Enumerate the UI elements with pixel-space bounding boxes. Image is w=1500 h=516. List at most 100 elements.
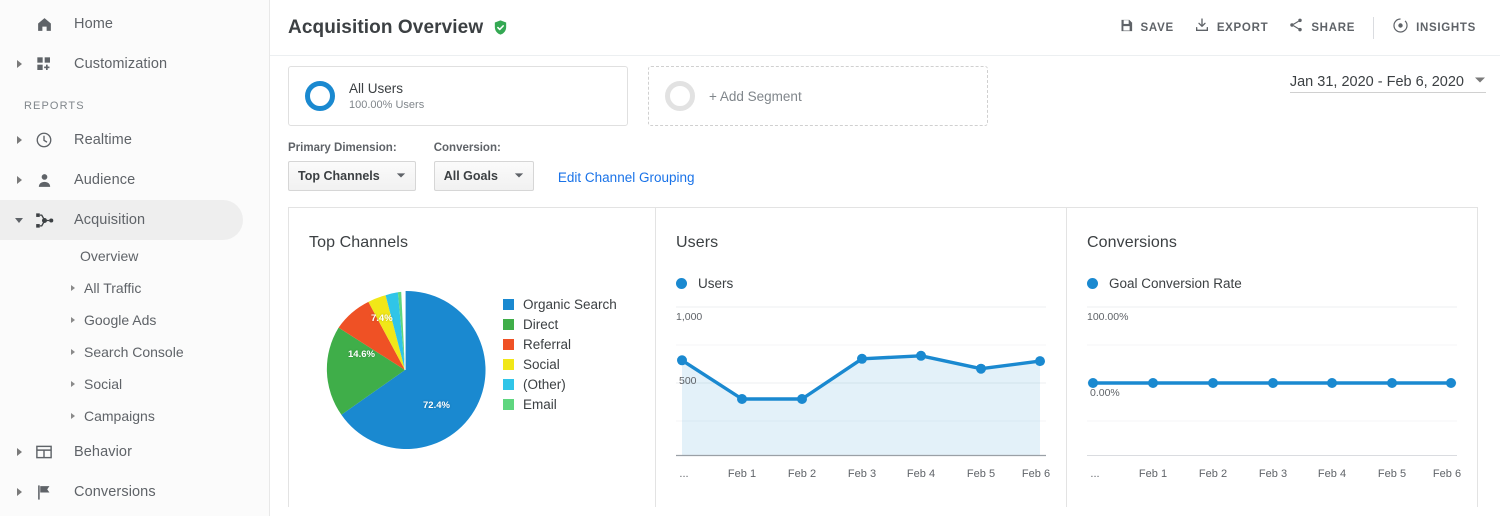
sidebar-section-reports: REPORTS bbox=[0, 84, 269, 120]
primary-dimension-select[interactable]: Top Channels bbox=[288, 161, 416, 191]
add-segment-button[interactable]: + Add Segment bbox=[648, 66, 988, 126]
chevron-down-icon bbox=[396, 169, 406, 183]
legend-label: Direct bbox=[523, 317, 558, 332]
legend-label: Email bbox=[523, 397, 557, 412]
legend-label: (Other) bbox=[523, 377, 566, 392]
conversion-group: Conversion: All Goals bbox=[434, 142, 534, 191]
sidebar-item-behavior[interactable]: Behavior bbox=[0, 432, 269, 472]
chevron-down-icon bbox=[1474, 74, 1486, 90]
pie-chart[interactable]: 72.4% 14.6% 7.4% bbox=[323, 288, 487, 452]
analytics-app: Home Customization REPORTS Realtime bbox=[0, 0, 1500, 516]
sidebar-item-realtime[interactable]: Realtime bbox=[0, 120, 269, 160]
expand-caret-icon[interactable] bbox=[66, 349, 80, 355]
expand-arrow-icon[interactable] bbox=[8, 60, 30, 68]
panel-users: Users Users bbox=[655, 208, 1066, 507]
expand-caret-icon[interactable] bbox=[66, 413, 80, 419]
insights-button[interactable]: INSIGHTS bbox=[1382, 11, 1486, 45]
top-bar: Acquisition Overview SAVE bbox=[270, 0, 1500, 56]
sidebar-item-conversions[interactable]: Conversions bbox=[0, 472, 269, 512]
primary-dimension-label: Primary Dimension: bbox=[288, 142, 416, 154]
conversions-ytick-0: 0.00% bbox=[1090, 387, 1120, 399]
legend-item[interactable]: (Other) bbox=[503, 374, 617, 394]
users-ytick-1000: 1,000 bbox=[676, 311, 702, 323]
expand-arrow-icon[interactable] bbox=[8, 176, 30, 184]
toolbar-divider bbox=[1373, 17, 1374, 39]
legend-label: Social bbox=[523, 357, 560, 372]
sidebar-label-acquisition: Acquisition bbox=[74, 212, 145, 228]
export-button[interactable]: EXPORT bbox=[1184, 11, 1279, 45]
share-icon bbox=[1288, 17, 1304, 38]
main-content: Acquisition Overview SAVE bbox=[270, 0, 1500, 516]
export-icon bbox=[1194, 17, 1210, 38]
sidebar-item-home[interactable]: Home bbox=[0, 4, 269, 44]
sidebar-item-search-console[interactable]: Search Console bbox=[0, 336, 269, 368]
sidebar-label-campaigns: Campaigns bbox=[84, 408, 155, 424]
pie-chart-area: 72.4% 14.6% 7.4% Organic Search Direct bbox=[309, 266, 635, 452]
legend-swatch-direct bbox=[503, 319, 514, 330]
conversions-legend[interactable]: Goal Conversion Rate bbox=[1087, 276, 1457, 291]
page-title: Acquisition Overview bbox=[288, 17, 483, 39]
users-xtick: Feb 1 bbox=[728, 468, 756, 480]
sidebar-item-audience[interactable]: Audience bbox=[0, 160, 269, 200]
conversions-plot[interactable]: 100.00% 0.00% bbox=[1087, 305, 1457, 465]
primary-dimension-group: Primary Dimension: Top Channels bbox=[288, 142, 416, 191]
save-button[interactable]: SAVE bbox=[1109, 11, 1184, 45]
expand-caret-icon[interactable] bbox=[66, 317, 80, 323]
users-xtick: ... bbox=[679, 468, 688, 480]
sidebar-item-social[interactable]: Social bbox=[0, 368, 269, 400]
legend-dot-users bbox=[676, 278, 687, 289]
sidebar-label-behavior: Behavior bbox=[74, 444, 132, 460]
share-button[interactable]: SHARE bbox=[1278, 11, 1365, 45]
panel-title-users: Users bbox=[676, 234, 1046, 252]
conversions-xtick: ... bbox=[1090, 468, 1099, 480]
legend-item[interactable]: Social bbox=[503, 354, 617, 374]
pie-legend: Organic Search Direct Referral Soci bbox=[503, 294, 617, 452]
conversion-label: Conversion: bbox=[434, 142, 534, 154]
edit-channel-grouping-link[interactable]: Edit Channel Grouping bbox=[558, 170, 695, 185]
panel-top-channels: Top Channels bbox=[289, 208, 655, 507]
save-label: SAVE bbox=[1141, 22, 1174, 34]
conversion-select[interactable]: All Goals bbox=[434, 161, 534, 191]
sidebar-item-acquisition[interactable]: Acquisition bbox=[0, 200, 243, 240]
expand-arrow-icon[interactable] bbox=[8, 488, 30, 496]
segment-subtitle: 100.00% Users bbox=[349, 99, 424, 111]
users-plot[interactable]: 1,000 500 bbox=[676, 305, 1046, 465]
sidebar-item-all-traffic[interactable]: All Traffic bbox=[0, 272, 269, 304]
behavior-icon bbox=[30, 443, 58, 461]
sidebar-item-overview[interactable]: Overview bbox=[0, 240, 269, 272]
panel-title-top-channels: Top Channels bbox=[309, 234, 635, 252]
conversion-value: All Goals bbox=[444, 169, 498, 183]
users-legend[interactable]: Users bbox=[676, 276, 1046, 291]
segment-bar: All Users 100.00% Users + Add Segment Ja… bbox=[270, 56, 1500, 126]
legend-swatch-referral bbox=[503, 339, 514, 350]
segment-all-users[interactable]: All Users 100.00% Users bbox=[288, 66, 628, 126]
primary-dimension-value: Top Channels bbox=[298, 169, 380, 183]
conversions-xaxis: ... Feb 1 Feb 2 Feb 3 Feb 4 Feb 5 Feb 6 bbox=[1087, 468, 1457, 484]
person-icon bbox=[30, 172, 58, 189]
sidebar-item-google-ads[interactable]: Google Ads bbox=[0, 304, 269, 336]
date-range-picker[interactable]: Jan 31, 2020 - Feb 6, 2020 bbox=[1290, 66, 1486, 93]
expand-caret-icon[interactable] bbox=[66, 381, 80, 387]
legend-label: Referral bbox=[523, 337, 571, 352]
pie-label-organic: 72.4% bbox=[423, 400, 450, 411]
legend-item[interactable]: Direct bbox=[503, 314, 617, 334]
expand-arrow-icon[interactable] bbox=[8, 448, 30, 456]
conversions-xtick: Feb 2 bbox=[1199, 468, 1227, 480]
legend-label: Organic Search bbox=[523, 297, 617, 312]
expand-arrow-icon[interactable] bbox=[8, 136, 30, 144]
sidebar-item-campaigns[interactable]: Campaigns bbox=[0, 400, 269, 432]
legend-item[interactable]: Referral bbox=[503, 334, 617, 354]
expand-caret-icon[interactable] bbox=[66, 285, 80, 291]
topbar-actions: SAVE EXPORT bbox=[1109, 11, 1486, 45]
conversions-xtick: Feb 1 bbox=[1139, 468, 1167, 480]
sidebar: Home Customization REPORTS Realtime bbox=[0, 0, 270, 516]
legend-item[interactable]: Organic Search bbox=[503, 294, 617, 314]
legend-label-goal-conversion-rate: Goal Conversion Rate bbox=[1109, 276, 1242, 291]
sidebar-item-customization[interactable]: Customization bbox=[0, 44, 269, 84]
panel-conversions: Conversions Goal Conversion Rate bbox=[1066, 208, 1477, 507]
collapse-arrow-icon[interactable] bbox=[8, 218, 30, 223]
users-xtick: Feb 6 bbox=[1022, 468, 1050, 480]
users-xtick: Feb 4 bbox=[907, 468, 935, 480]
users-xaxis: ... Feb 1 Feb 2 Feb 3 Feb 4 Feb 5 Feb 6 bbox=[676, 468, 1046, 484]
legend-item[interactable]: Email bbox=[503, 394, 617, 414]
